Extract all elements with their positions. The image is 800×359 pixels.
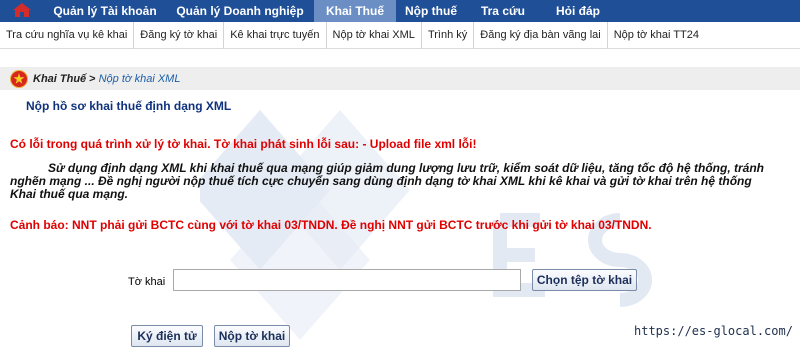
choose-file-button[interactable]: Chọn tệp tờ khai	[532, 269, 637, 291]
subnav-nop-to-khai-tt24[interactable]: Nộp tờ khai TT24	[608, 22, 705, 49]
subnav-ke-khai-truc-tuyen[interactable]: Kê khai trực tuyến	[224, 21, 327, 49]
home-button[interactable]	[0, 0, 44, 22]
subnav-dang-ky-dia-ban[interactable]: Đăng ký địa bàn vãng lai	[474, 21, 608, 49]
subnav-tra-cuu-nghia-vu[interactable]: Tra cứu nghĩa vụ kê khai	[0, 21, 135, 49]
file-label: Tờ khai	[128, 276, 166, 288]
top-nav: Quản lý Tài khoản Quản lý Doanh nghiệp K…	[0, 0, 800, 22]
subnav-nop-to-khai-xml[interactable]: Nộp tờ khai XML	[327, 21, 422, 49]
file-input[interactable]	[173, 269, 521, 291]
submit-button[interactable]: Nộp tờ khai	[214, 325, 290, 347]
info-text: Sử dụng định dạng XML khi khai thuế qua …	[10, 161, 764, 201]
nav-quan-ly-doanh-nghiep[interactable]: Quản lý Doanh nghiệp	[166, 0, 314, 22]
nav-tra-cuu[interactable]: Tra cứu	[466, 0, 540, 22]
breadcrumb-parent[interactable]: Khai Thuế	[33, 73, 86, 85]
home-icon	[12, 2, 32, 21]
nav-hoi-dap[interactable]: Hỏi đáp	[540, 0, 616, 22]
breadcrumb-separator: >	[89, 72, 96, 85]
subnav-dang-ky-to-khai[interactable]: Đăng ký tờ khai	[134, 21, 225, 49]
warning-message: Cảnh báo: NNT phải gửi BCTC cùng với tờ …	[10, 218, 652, 232]
emblem-icon	[10, 69, 28, 88]
sign-button[interactable]: Ký điện tử	[131, 325, 203, 347]
watermark-logo	[200, 110, 652, 340]
breadcrumb-current[interactable]: Nộp tờ khai XML	[99, 73, 181, 85]
page-title: Nộp hồ sơ khai thuế định dạng XML	[26, 99, 232, 113]
subnav-trinh-ky[interactable]: Trình ký	[422, 21, 475, 49]
nav-quan-ly-tai-khoan[interactable]: Quản lý Tài khoản	[44, 0, 166, 22]
error-message: Có lỗi trong quá trình xử lý tờ khai. Tờ…	[10, 137, 477, 151]
nav-khai-thue[interactable]: Khai Thuế	[314, 0, 396, 22]
nav-nop-thue[interactable]: Nộp thuế	[396, 0, 466, 22]
breadcrumb: Khai Thuế > Nộp tờ khai XML	[0, 67, 800, 90]
sub-nav: Tra cứu nghĩa vụ kê khai Đăng ký tờ khai…	[0, 21, 800, 49]
watermark-url: https://es-glocal.com/	[634, 324, 793, 338]
